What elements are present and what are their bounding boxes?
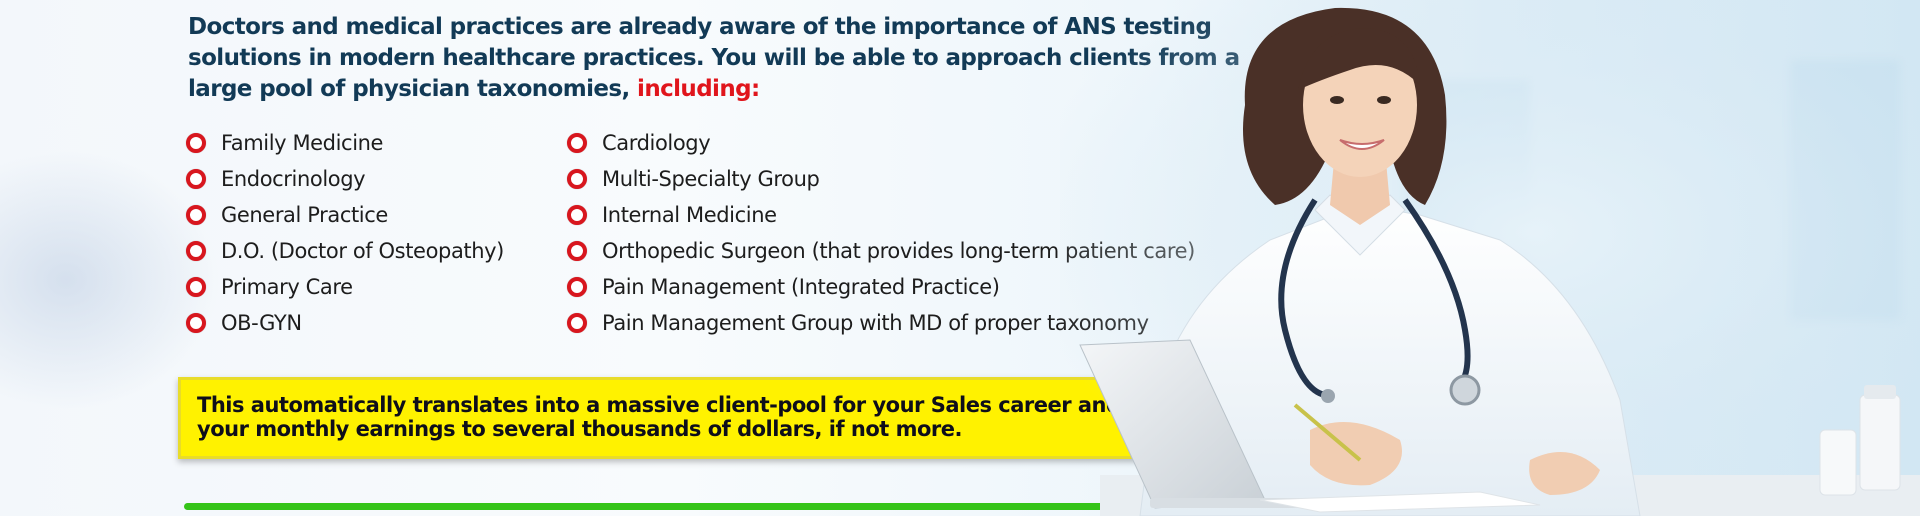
bullet-icon <box>186 313 206 333</box>
list-item-label: Internal Medicine <box>602 203 777 227</box>
list-item: General Practice <box>186 197 504 233</box>
bullet-icon <box>567 277 587 297</box>
list-item: Endocrinology <box>186 161 504 197</box>
list-item-label: General Practice <box>221 203 388 227</box>
bullet-icon <box>186 205 206 225</box>
list-item-label: Multi-Specialty Group <box>602 167 820 191</box>
headline-accent: including: <box>637 76 760 102</box>
list-item: Primary Care <box>186 269 504 305</box>
list-item-label: D.O. (Doctor of Osteopathy) <box>221 239 504 263</box>
list-item-label: Pain Management (Integrated Practice) <box>602 275 1000 299</box>
bullet-icon <box>567 241 587 261</box>
list-item-label: Family Medicine <box>221 131 384 155</box>
list-item-label: OB-GYN <box>221 311 302 335</box>
list-item-label: Endocrinology <box>221 167 366 191</box>
bullet-icon <box>567 133 587 153</box>
bullet-icon <box>186 169 206 189</box>
bullet-icon <box>186 133 206 153</box>
doctor-photo <box>1060 0 1920 516</box>
list-item-label: Cardiology <box>602 131 711 155</box>
bullet-icon <box>567 169 587 189</box>
list-item-label: Primary Care <box>221 275 353 299</box>
bullet-icon <box>186 241 206 261</box>
bullet-icon <box>567 313 587 333</box>
list-item: D.O. (Doctor of Osteopathy) <box>186 233 504 269</box>
bullet-icon <box>567 205 587 225</box>
taxonomy-list-left: Family Medicine Endocrinology General Pr… <box>186 125 504 341</box>
list-item: Family Medicine <box>186 125 504 161</box>
bullet-icon <box>186 277 206 297</box>
list-item: OB-GYN <box>186 305 504 341</box>
